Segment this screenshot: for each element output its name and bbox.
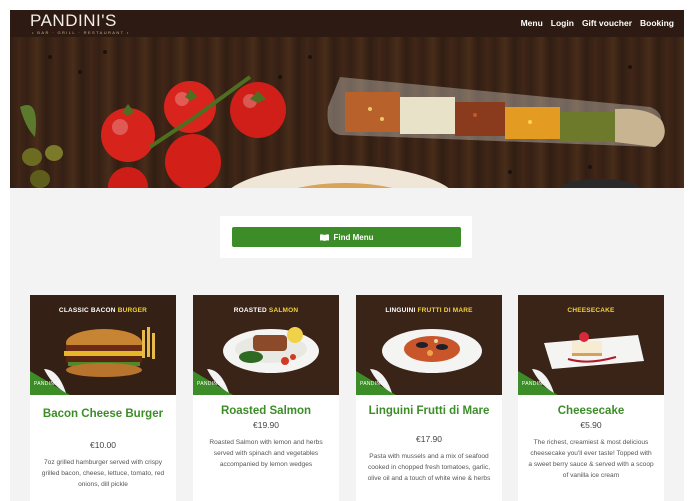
card-banner: CLASSIC BACON BURGER	[30, 307, 176, 314]
nav-gift-voucher-link[interactable]: Gift voucher	[582, 17, 632, 29]
card-image: ROASTED SALMON PANDINI'S	[193, 295, 339, 395]
card-banner-highlight: BURGER	[117, 307, 148, 314]
main-nav: Menu Login Gift voucher Booking	[521, 17, 674, 29]
card-banner: ROASTED SALMON	[193, 307, 339, 314]
card-description: The richest, creamiest & most delicious …	[528, 439, 654, 479]
card-brand-mark: PANDINI'S	[522, 381, 549, 387]
find-menu-panel: Find Menu	[220, 216, 472, 258]
card-title[interactable]: Roasted Salmon	[199, 404, 333, 418]
card-price: €17.90	[416, 434, 442, 444]
site-logo[interactable]: PANDINI'S • BAR · GRILL · RESTAURANT •	[30, 11, 130, 35]
menu-card-cheesecake[interactable]: CHEESECAKE PANDINI'S Cheesecake €5.90 Th…	[518, 295, 664, 501]
card-banner: LINGUINI FRUTTI DI MARE	[356, 307, 502, 314]
nav-booking-link[interactable]: Booking	[640, 17, 674, 29]
hero-image	[10, 37, 684, 188]
logo-name: PANDINI'S	[30, 11, 117, 30]
card-banner-text: ROASTED	[233, 307, 269, 314]
site-frame: PANDINI'S • BAR · GRILL · RESTAURANT • M…	[10, 10, 684, 501]
card-image: CLASSIC BACON BURGER PANDINI'S	[30, 295, 176, 395]
card-banner-text: CLASSIC BACON	[58, 307, 118, 314]
card-title[interactable]: Linguini Frutti di Mare	[362, 404, 496, 418]
card-price: €10.00	[90, 440, 116, 450]
card-banner-highlight: FRUTTI DI MARE	[417, 307, 473, 314]
nav-menu-link[interactable]: Menu	[521, 17, 543, 29]
hero-illustration	[10, 37, 684, 188]
card-description: 7oz grilled hamburger served with crispy…	[41, 459, 165, 488]
card-price: €19.90	[253, 420, 279, 430]
menu-card-roasted-salmon[interactable]: ROASTED SALMON PANDINI'S Roasted Salmon …	[193, 295, 339, 501]
card-banner-text: LINGUINI	[385, 307, 418, 314]
logo-tagline: • BAR · GRILL · RESTAURANT •	[32, 30, 130, 35]
card-description: Roasted Salmon with lemon and herbs serv…	[209, 439, 323, 468]
menu-card-linguini-frutti-di-mare[interactable]: LINGUINI FRUTTI DI MARE PANDINI'S Lingui…	[356, 295, 502, 501]
card-price: €5.90	[580, 420, 602, 430]
card-image: LINGUINI FRUTTI DI MARE PANDINI'S	[356, 295, 502, 395]
top-navigation-bar: PANDINI'S • BAR · GRILL · RESTAURANT • M…	[10, 10, 684, 37]
card-title[interactable]: Cheesecake	[524, 404, 658, 418]
card-brand-mark: PANDINI'S	[360, 381, 387, 387]
card-description: Pasta with mussels and a mix of seafood …	[367, 453, 491, 482]
card-title[interactable]: Bacon Cheese Burger	[36, 407, 170, 421]
card-banner-highlight: SALMON	[268, 307, 299, 314]
card-banner-highlight: CHEESECAKE	[567, 307, 615, 314]
find-menu-button[interactable]: Find Menu	[232, 227, 461, 247]
page: PANDINI'S • BAR · GRILL · RESTAURANT • M…	[0, 0, 694, 501]
find-menu-label: Find Menu	[333, 232, 374, 242]
nav-login-link[interactable]: Login	[551, 17, 574, 29]
card-banner: CHEESECAKE	[518, 307, 664, 314]
book-icon	[319, 233, 329, 241]
card-brand-mark: PANDINI'S	[197, 381, 224, 387]
card-brand-mark: PANDINI'S	[34, 381, 61, 387]
card-image: CHEESECAKE PANDINI'S	[518, 295, 664, 395]
menu-card-bacon-cheese-burger[interactable]: CLASSIC BACON BURGER PANDINI'S Bacon Che…	[30, 295, 176, 501]
